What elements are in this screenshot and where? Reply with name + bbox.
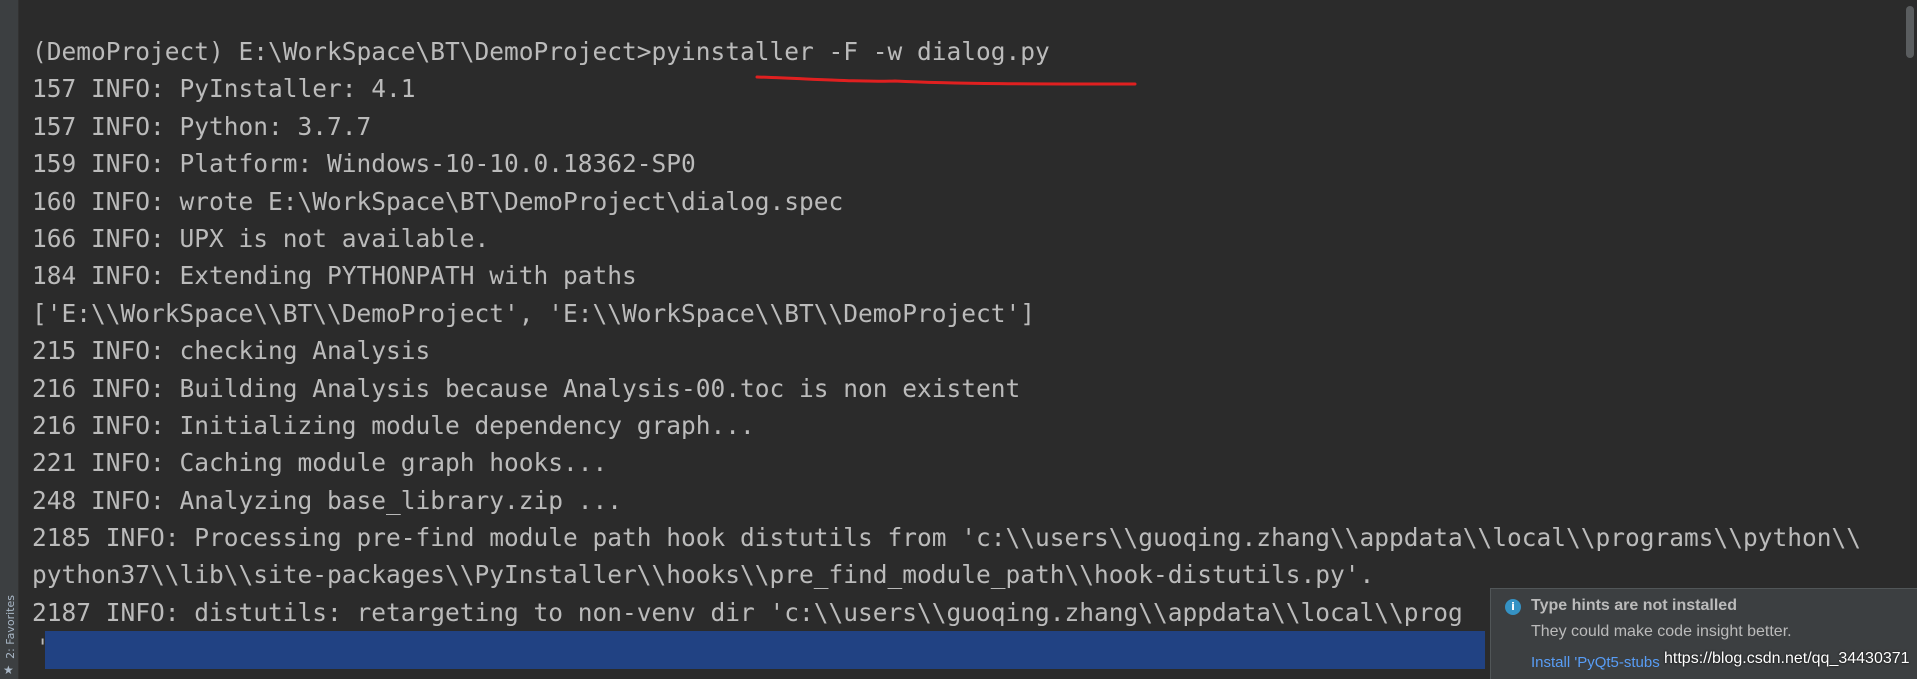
output-line: 216 INFO: Building Analysis because Anal… xyxy=(32,373,1021,403)
left-tool-strip: 2: Favorites ★ xyxy=(0,0,19,679)
scrollbar-thumb[interactable] xyxy=(1906,6,1914,58)
output-line: 2185 INFO: Processing pre-find module pa… xyxy=(32,523,1862,553)
notification-body: They could make code insight better. xyxy=(1531,623,1792,640)
notification-title: Type hints are not installed xyxy=(1531,597,1737,614)
info-icon: i xyxy=(1505,599,1521,615)
output-line: ['E:\\WorkSpace\\BT\\DemoProject', 'E:\\… xyxy=(32,298,1036,328)
cursor-char: ' xyxy=(36,636,50,661)
output-line: 159 INFO: Platform: Windows-10-10.0.1836… xyxy=(32,149,696,179)
output-line: 184 INFO: Extending PYTHONPATH with path… xyxy=(32,261,637,291)
watermark-url: https://blog.csdn.net/qq_34430371 xyxy=(1664,650,1910,667)
install-stubs-link[interactable]: Install 'PyQt5-stubs xyxy=(1531,654,1660,671)
output-line: 248 INFO: Analyzing base_library.zip ... xyxy=(32,485,623,515)
output-line: 166 INFO: UPX is not available. xyxy=(32,223,490,253)
selected-input-line[interactable] xyxy=(45,631,1485,669)
command-line: (DemoProject) E:\WorkSpace\BT\DemoProjec… xyxy=(32,37,1050,66)
ide-terminal-window: 2: Favorites ★ (DemoProject) E:\WorkSpac… xyxy=(0,0,1917,679)
output-line: 215 INFO: checking Analysis xyxy=(32,336,431,366)
favorites-tool-button[interactable]: 2: Favorites xyxy=(4,595,17,659)
terminal-output[interactable]: (DemoProject) E:\WorkSpace\BT\DemoProjec… xyxy=(32,33,1892,631)
star-icon[interactable]: ★ xyxy=(3,663,14,677)
output-line: 221 INFO: Caching module graph hooks... xyxy=(32,448,608,478)
output-line: 216 INFO: Initializing module dependency… xyxy=(32,410,755,440)
output-line: 160 INFO: wrote E:\WorkSpace\BT\DemoProj… xyxy=(32,186,844,216)
red-underline-annotation xyxy=(755,75,1137,86)
vertical-scrollbar[interactable] xyxy=(1903,0,1917,679)
output-line: 157 INFO: Python: 3.7.7 xyxy=(32,111,372,141)
